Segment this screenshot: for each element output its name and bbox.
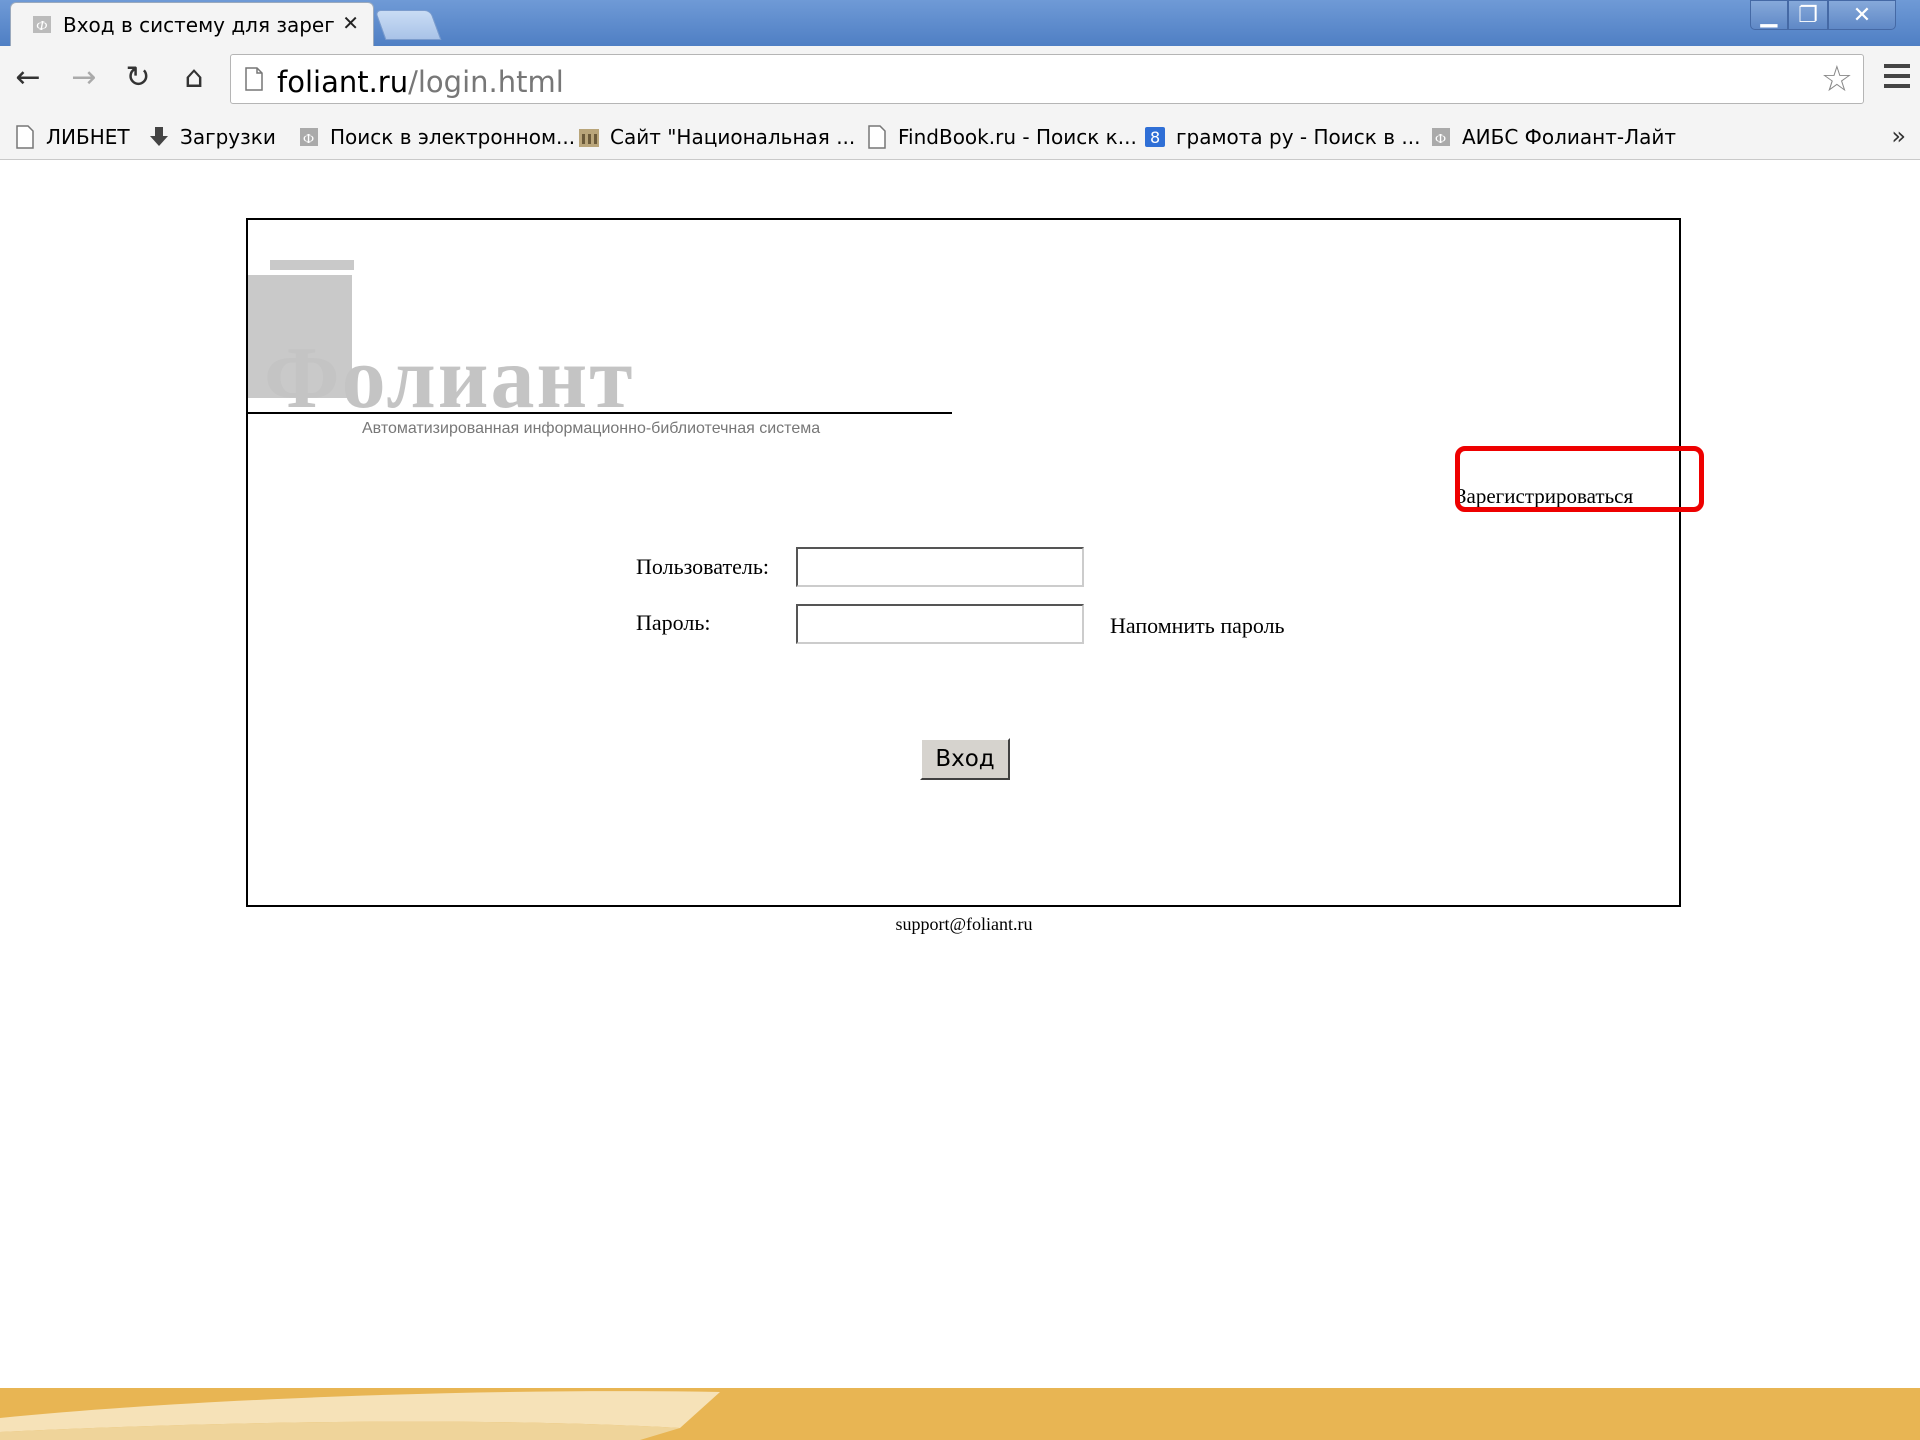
restore-button[interactable]: ❐ xyxy=(1788,0,1828,30)
address-bar[interactable]: foliant.ru/login.html ☆ xyxy=(230,54,1864,104)
tab-close-icon[interactable]: ✕ xyxy=(342,11,359,35)
browser-menu-icon[interactable] xyxy=(1884,64,1912,94)
reload-icon[interactable]: ↻ xyxy=(118,58,158,98)
username-input[interactable] xyxy=(796,547,1084,587)
new-tab-button[interactable] xyxy=(374,10,442,40)
page-icon xyxy=(245,67,263,91)
forward-icon[interactable]: → xyxy=(64,58,104,98)
bookmark-item[interactable]: Загрузки xyxy=(148,120,276,154)
home-icon[interactable]: ⌂ xyxy=(174,58,214,98)
gramota-icon: 8 xyxy=(1145,127,1165,147)
bookmark-item[interactable]: 8 грамота ру - Поиск в ... xyxy=(1144,120,1420,154)
annotation-highlight xyxy=(1455,446,1704,512)
back-icon[interactable]: ← xyxy=(8,58,48,98)
bookmark-star-icon[interactable]: ☆ xyxy=(1821,59,1853,100)
download-icon xyxy=(150,127,168,146)
bookmark-item[interactable]: FindBook.ru - Поиск к... xyxy=(866,120,1137,154)
browser-toolbar: ← → ↻ ⌂ foliant.ru/login.html ☆ xyxy=(0,46,1920,114)
remind-password-link[interactable]: Напомнить пароль xyxy=(1110,613,1285,639)
bookmarks-bar: ЛИБНЕТ Загрузки Ф Поиск в электронном...… xyxy=(0,114,1920,160)
svg-text:Ф: Ф xyxy=(36,19,47,34)
bookmark-item[interactable]: ЛИБНЕТ xyxy=(14,120,130,154)
page-icon xyxy=(16,125,34,149)
svg-text:8: 8 xyxy=(1150,128,1160,147)
decorative-footer-band xyxy=(0,1388,1920,1440)
support-email[interactable]: support@foliant.ru xyxy=(0,914,1920,935)
svg-text:Ф: Ф xyxy=(1435,132,1446,147)
minimize-button[interactable]: ▁ xyxy=(1750,0,1788,30)
password-label: Пароль: xyxy=(636,610,711,635)
logo-subtitle: Автоматизированная информационно-библиот… xyxy=(362,420,821,437)
decorative-swoosh xyxy=(0,1391,720,1440)
page-icon xyxy=(868,125,886,149)
foliant-favicon-icon: Ф xyxy=(33,16,51,34)
password-input[interactable] xyxy=(796,604,1084,644)
library-icon xyxy=(579,129,599,147)
foliant-icon: Ф xyxy=(300,128,318,147)
url-path: /login.html xyxy=(408,65,564,99)
foliant-logo: Фолиант Автоматизированная информационно… xyxy=(248,260,948,437)
svg-text:Ф: Ф xyxy=(303,132,314,147)
foliant-icon: Ф xyxy=(1432,128,1450,147)
browser-titlebar: Ф Вход в систему для зареги ✕ ▁ ❐ ✕ xyxy=(0,0,1920,46)
close-window-button[interactable]: ✕ xyxy=(1828,0,1896,30)
bookmark-item[interactable]: Сайт "Национальная ... xyxy=(578,120,855,154)
login-button[interactable]: Вход xyxy=(920,738,1010,780)
bookmark-item[interactable]: Ф Поиск в электронном... xyxy=(298,120,575,154)
browser-tab[interactable]: Ф Вход в систему для зареги ✕ xyxy=(10,2,374,46)
username-label: Пользователь: xyxy=(636,554,769,579)
bookmark-item[interactable]: Ф АИБС Фолиант-Лайт xyxy=(1430,120,1676,154)
tab-title: Вход в систему для зареги xyxy=(63,13,335,37)
bookmarks-more-icon[interactable]: » xyxy=(1891,122,1906,150)
login-panel: Фолиант Автоматизированная информационно… xyxy=(246,218,1681,907)
url-host: foliant.ru/login.html xyxy=(277,65,564,99)
logo-divider xyxy=(248,412,952,414)
